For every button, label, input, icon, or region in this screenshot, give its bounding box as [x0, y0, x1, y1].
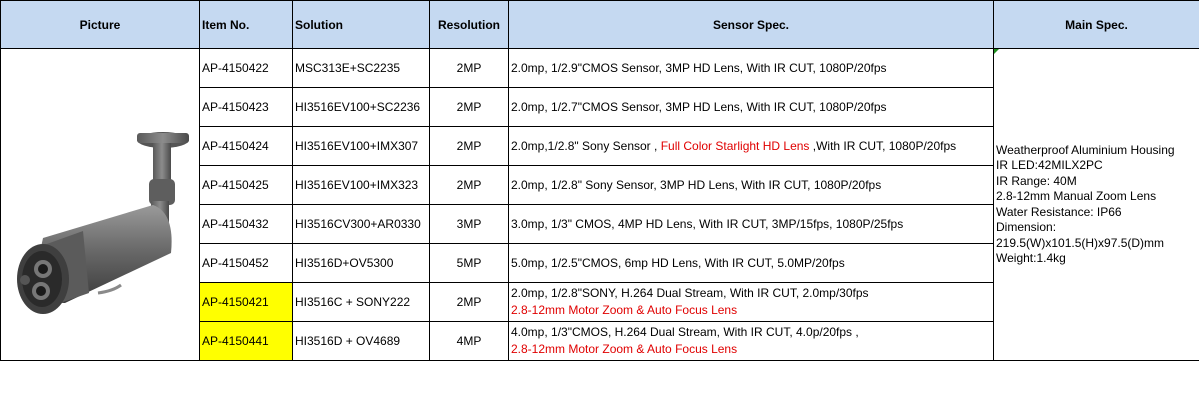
resolution: 2MP: [429, 48, 509, 88]
resolution: 2MP: [429, 165, 509, 205]
main-spec-line: 2.8-12mm Manual Zoom Lens: [996, 189, 1157, 203]
sensor-spec-text-tail: ,With IR CUT, 1080P/20fps: [809, 139, 957, 153]
sensor-spec: 2.0mp, 1/2.9"CMOS Sensor, 3MP HD Lens, W…: [508, 48, 994, 88]
item-no: AP-4150432: [199, 204, 293, 244]
sensor-spec-highlight: Full Color Starlight HD Lens: [660, 139, 810, 153]
item-no-highlighted: AP-4150421: [199, 282, 293, 322]
solution: MSC313E+SC2235: [292, 48, 430, 88]
sensor-spec: 4.0mp, 1/3"CMOS, H.264 Dual Stream, With…: [508, 321, 994, 361]
solution: HI3516C + SONY222: [292, 282, 430, 322]
sensor-spec: 5.0mp, 1/2.5"CMOS, 6mp HD Lens, With IR …: [508, 243, 994, 283]
resolution: 2MP: [429, 282, 509, 322]
item-no: AP-4150422: [199, 48, 293, 88]
sensor-spec-text: 4.0mp, 1/3"CMOS, H.264 Dual Stream, With…: [511, 325, 859, 339]
sensor-spec-highlight: 2.8-12mm Motor Zoom & Auto Focus Lens: [511, 342, 738, 356]
solution: HI3516D+OV5300: [292, 243, 430, 283]
header-picture: Picture: [0, 0, 200, 49]
item-no: AP-4150425: [199, 165, 293, 205]
main-spec-line: IR Range: 40M: [996, 173, 1077, 188]
sensor-spec-highlight: 2.8-12mm Motor Zoom & Auto Focus Lens: [511, 303, 738, 317]
comment-marker: [994, 49, 999, 54]
sensor-spec-text: 2.0mp, 1/2.7"CMOS Sensor, 3MP HD Lens, W…: [511, 100, 887, 114]
header-main-spec: Main Spec.: [993, 0, 1199, 49]
sensor-spec: 2.0mp,1/2.8" Sony Sensor , Full Color St…: [508, 126, 994, 166]
resolution: 2MP: [429, 126, 509, 166]
main-spec-line: Weatherproof Aluminium Housing: [996, 142, 1175, 157]
product-spec-table: Picture Item No. Solution Resolution Sen…: [0, 0, 1199, 361]
solution: HI3516EV100+SC2236: [292, 87, 430, 127]
picture-cell: [0, 48, 200, 361]
sensor-spec: 2.0mp, 1/2.7"CMOS Sensor, 3MP HD Lens, W…: [508, 87, 994, 127]
sensor-spec: 3.0mp, 1/3" CMOS, 4MP HD Lens, With IR C…: [508, 204, 994, 244]
header-solution: Solution: [292, 0, 430, 49]
main-spec-line: Dimension:: [996, 220, 1057, 234]
resolution: 4MP: [429, 321, 509, 361]
resolution: 5MP: [429, 243, 509, 283]
sensor-spec-text: 2.0mp, 1/2.9"CMOS Sensor, 3MP HD Lens, W…: [511, 61, 887, 75]
item-no: AP-4150424: [199, 126, 293, 166]
solution: HI3516D + OV4689: [292, 321, 430, 361]
sensor-spec-text: 5.0mp, 1/2.5"CMOS, 6mp HD Lens, With IR …: [511, 256, 845, 270]
sensor-spec: 2.0mp, 1/2.8" Sony Sensor, 3MP HD Lens, …: [508, 165, 994, 205]
main-spec-line: IR LED:42MILX2PC: [996, 158, 1103, 172]
solution: HI3516EV100+IMX307: [292, 126, 430, 166]
resolution: 2MP: [429, 87, 509, 127]
main-spec-line: Water Resistance: IP66: [996, 204, 1122, 219]
main-spec-line: Weight:1.4kg: [996, 251, 1066, 265]
sensor-spec-text: 2.0mp,1/2.8" Sony Sensor ,: [511, 139, 661, 153]
header-item-no: Item No.: [199, 0, 293, 49]
header-row: Picture Item No. Solution Resolution Sen…: [0, 0, 1199, 49]
header-sensor-spec: Sensor Spec.: [508, 0, 994, 49]
sensor-spec-text: 3.0mp, 1/3" CMOS, 4MP HD Lens, With IR C…: [511, 217, 904, 231]
header-resolution: Resolution: [429, 0, 509, 49]
item-no: AP-4150423: [199, 87, 293, 127]
sensor-spec-text: 2.0mp, 1/2.8" Sony Sensor, 3MP HD Lens, …: [511, 178, 882, 192]
table-row: AP-4150422 MSC313E+SC2235 2MP 2.0mp, 1/2…: [0, 48, 1199, 361]
item-no: AP-4150452: [199, 243, 293, 283]
sensor-spec: 2.0mp, 1/2.8"SONY, H.264 Dual Stream, Wi…: [508, 282, 994, 322]
bullet-camera-image: [17, 131, 189, 314]
main-spec-cell: Weatherproof Aluminium Housing IR LED:42…: [993, 48, 1199, 361]
solution: HI3516CV300+AR0330: [292, 204, 430, 244]
resolution: 3MP: [429, 204, 509, 244]
item-no-highlighted: AP-4150441: [199, 321, 293, 361]
solution: HI3516EV100+IMX323: [292, 165, 430, 205]
sensor-spec-text: 2.0mp, 1/2.8"SONY, H.264 Dual Stream, Wi…: [511, 286, 869, 300]
main-spec-line: 219.5(W)x101.5(H)x97.5(D)mm: [996, 235, 1165, 250]
